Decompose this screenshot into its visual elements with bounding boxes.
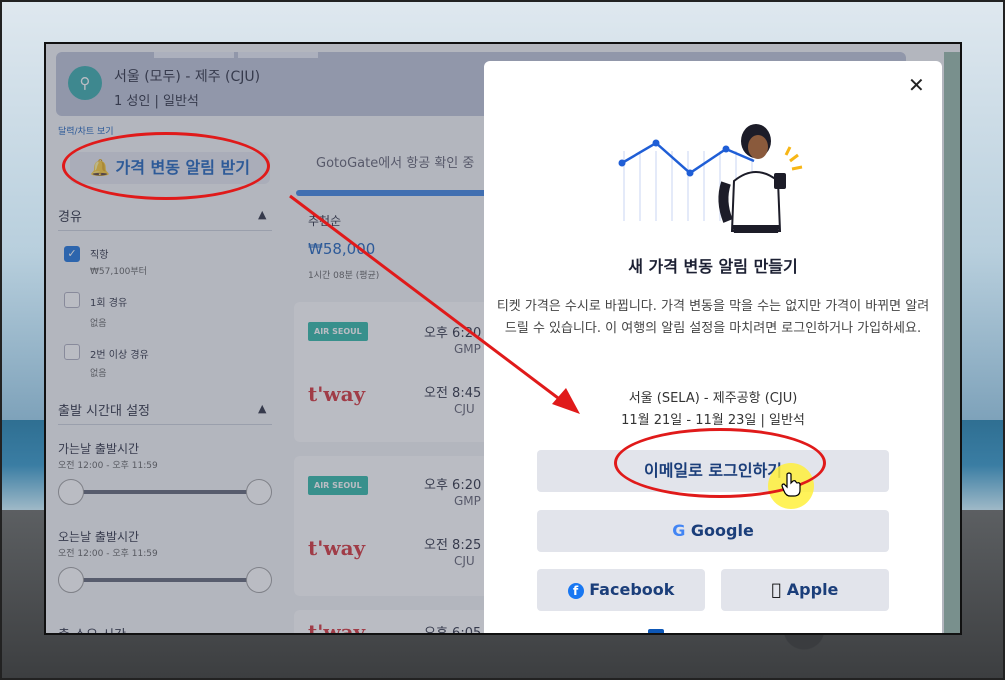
hand-cursor-icon (781, 472, 801, 497)
apple-login-label: Apple (779, 580, 839, 599)
google-login-button[interactable]: G Google (537, 510, 889, 552)
close-icon[interactable]: ✕ (908, 75, 925, 95)
trip-dates: 11월 21일 - 11월 23일 | 일반석 (484, 409, 942, 428)
modal-description: 티켓 가격은 수시로 바뀝니다. 가격 변동을 막을 수는 없지만 가격이 바뀌… (496, 299, 930, 336)
trip-route: 서울 (SELA) - 제주공항 (CJU) (628, 391, 798, 406)
trip-date-range: 11월 21일 - 11월 23일 (621, 413, 757, 428)
google-login-label: Google (690, 521, 754, 540)
facebook-icon: f (567, 582, 584, 599)
separator: | (760, 413, 769, 428)
apple-login-button[interactable]:  Apple (721, 569, 889, 611)
trip-cabin: 일반석 (769, 413, 805, 428)
google-icon: G (672, 521, 686, 540)
modal-title: 새 가격 변동 알림 만들기 (628, 257, 798, 276)
checkbox-partial[interactable] (648, 629, 664, 633)
price-alert-modal: ✕ 새 가격 변동 알림 만들기 티켓 가격은 수시로 바뀝니다. 가격 변동을… (484, 61, 942, 633)
annotation-ellipse-alert (62, 132, 270, 200)
facebook-login-button[interactable]: f Facebook (537, 569, 705, 611)
facebook-login-label: Facebook (589, 580, 675, 599)
modal-header (484, 61, 942, 117)
apple-icon:  (772, 580, 782, 599)
